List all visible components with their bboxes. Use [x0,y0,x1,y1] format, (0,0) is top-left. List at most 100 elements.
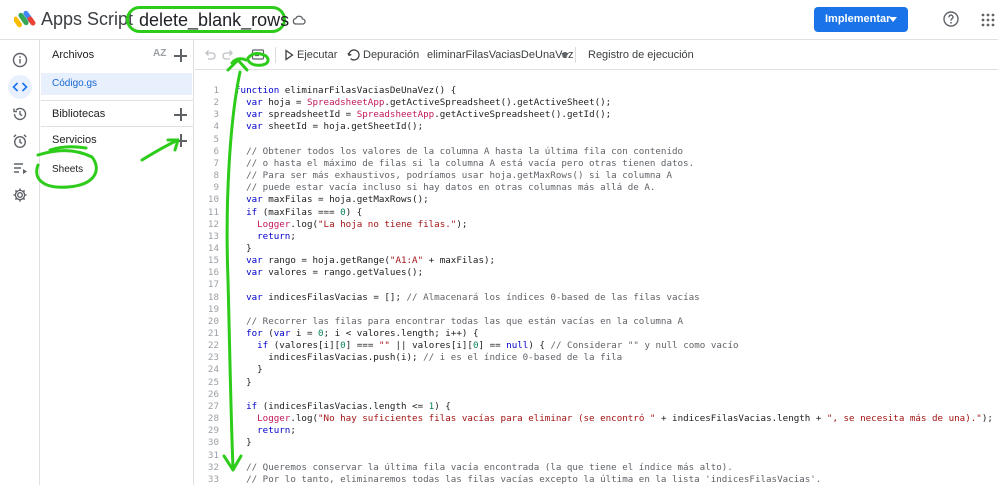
run-button[interactable]: Ejecutar [297,49,337,61]
execution-log-button[interactable]: Registro de ejecución [588,49,694,61]
code-line[interactable]: 15 var rango = hoja.getRange("A1:A" + ma… [195,255,998,267]
code-text: if (valores[i][0] === "" || valores[i][0… [257,340,739,352]
code-line[interactable]: 27 if (indicesFilasVacias.length <= 1) { [195,401,998,413]
code-text: } [235,364,263,376]
help-icon[interactable] [943,11,959,27]
file-item-codigo[interactable]: Código.gs [41,73,192,95]
line-number: 28 [207,413,219,425]
rail-settings-button[interactable] [8,183,32,207]
rail-triggers-button[interactable] [8,129,32,153]
code-text: } [235,437,252,449]
rail-editor-button[interactable] [8,75,32,99]
deploy-button[interactable]: Implementar [814,7,908,32]
line-number: 11 [207,206,219,218]
code-line[interactable]: 33 // Por lo tanto, eliminaremos todas l… [195,474,998,485]
code-text: var maxFilas = hoja.getMaxRows(); [246,194,429,206]
code-text: // Por lo tanto, eliminaremos todas las … [246,473,822,485]
code-line[interactable]: 31 [195,450,998,462]
code-text: var hoja = SpreadsheetApp.getActiveSprea… [246,97,612,109]
code-text: // Queremos conservar la última fila vac… [246,461,733,473]
code-text: // o hasta el máximo de filas si la colu… [246,157,695,169]
line-number: 12 [207,218,219,230]
code-line[interactable]: 10 var maxFilas = hoja.getMaxRows(); [195,194,998,206]
code-line[interactable]: 11 if (maxFilas === 0) { [195,207,998,219]
code-editor[interactable]: 1 function eliminarFilasVaciasDeUnaVez() … [195,70,998,485]
line-number: 8 [213,170,219,182]
code-line[interactable]: 21 for (var i = 0; i < valores.length; i… [195,328,998,340]
code-line[interactable]: 25 } [195,377,998,389]
line-number: 3 [213,109,219,121]
code-text: // puede estar vacía incluso si hay dato… [246,182,656,194]
code-line[interactable]: 2 var hoja = SpreadsheetApp.getActiveSpr… [195,97,998,109]
redo-icon[interactable] [221,48,235,62]
code-text: return; [257,230,296,242]
deploy-label: Implementar [825,13,891,25]
debug-icon [347,49,360,61]
rail-overview-button[interactable] [8,48,32,72]
code-line[interactable]: 30 } [195,437,998,449]
code-line[interactable]: 5 [195,134,998,146]
line-number: 29 [207,425,219,437]
code-line[interactable]: 23 indicesFilasVacias.push(i); // i es e… [195,352,998,364]
code-line[interactable]: 29 return; [195,425,998,437]
sort-az-icon[interactable]: AZ [153,48,167,62]
project-title[interactable]: delete_blank_rows [126,6,290,33]
apps-grid-icon[interactable] [980,12,996,28]
code-line[interactable]: 19 [195,304,998,316]
section-libraries[interactable]: Bibliotecas [41,100,194,126]
code-line[interactable]: 4 var sheetId = hoja.getSheetId(); [195,121,998,133]
editor-toolbar: Ejecutar Depuración eliminarFilasVaciasD… [195,40,998,70]
add-library-icon[interactable] [174,108,187,121]
code-line[interactable]: 20 // Recorrer las filas para encontrar … [195,316,998,328]
project-title-text: delete_blank_rows [139,10,290,30]
line-number: 19 [207,303,219,315]
code-line[interactable]: 32 // Queremos conservar la última fila … [195,462,998,474]
rail-history-button[interactable] [8,102,32,126]
save-icon[interactable] [251,48,265,62]
line-number: 5 [213,133,219,145]
code-line[interactable]: 13 return; [195,231,998,243]
add-service-icon[interactable] [174,134,187,147]
code-line[interactable]: 8 // Para ser más exhaustivos, podríamos… [195,170,998,182]
section-services[interactable]: Servicios [41,126,194,152]
debug-button[interactable]: Depuración [363,49,419,61]
code-text: Logger.log("No hay suficientes filas vac… [257,413,993,425]
apps-script-logo-icon[interactable] [14,8,36,30]
undo-icon[interactable] [203,48,217,62]
rail-executions-button[interactable] [8,156,32,180]
code-text: indicesFilasVacias.push(i); // i es el í… [235,352,623,364]
code-line[interactable]: 14 } [195,243,998,255]
code-line[interactable]: 17 [195,279,998,291]
add-file-icon[interactable] [174,49,187,62]
app-name: Apps Script [41,9,134,29]
alarm-icon [13,134,27,149]
function-select[interactable]: eliminarFilasVaciasDeUnaVez [427,49,574,61]
code-text: var indicesFilasVacias = []; // Almacena… [246,291,700,303]
code-line[interactable]: 6 // Obtener todos los valores de la col… [195,146,998,158]
code-text: // Obtener todos los valores de la colum… [246,145,684,157]
code-line[interactable]: 24 } [195,364,998,376]
service-item-sheets[interactable]: Sheets [41,160,194,182]
code-line[interactable]: 28 Logger.log("No hay suficientes filas … [195,413,998,425]
code-line[interactable]: 16 var valores = rango.getValues(); [195,267,998,279]
line-number: 20 [207,315,219,327]
files-header: Archivos AZ [41,40,194,70]
code-line[interactable]: 9 // puede estar vacía incluso si hay da… [195,182,998,194]
info-icon [12,52,28,68]
code-line[interactable]: 26 [195,389,998,401]
code-text: return; [257,425,296,437]
line-number: 21 [207,328,219,339]
code-line[interactable]: 22 if (valores[i][0] === "" || valores[i… [195,340,998,352]
code-line[interactable]: 12 Logger.log("La hoja no tiene filas.")… [195,219,998,231]
chevron-down-icon[interactable] [561,53,569,58]
line-number: 27 [207,400,219,412]
code-line[interactable]: 1 function eliminarFilasVaciasDeUnaVez() … [195,85,998,97]
code-line[interactable]: 7 // o hasta el máximo de filas si la co… [195,158,998,170]
line-number: 1 [213,85,219,96]
code-line[interactable]: 18 var indicesFilasVacias = []; // Almac… [195,292,998,304]
section-libraries-label: Bibliotecas [52,108,106,120]
line-number: 22 [207,340,219,352]
line-number: 24 [207,364,219,376]
code-line[interactable]: 3 var spreadsheetId = SpreadsheetApp.get… [195,109,998,121]
line-number: 32 [207,461,219,473]
